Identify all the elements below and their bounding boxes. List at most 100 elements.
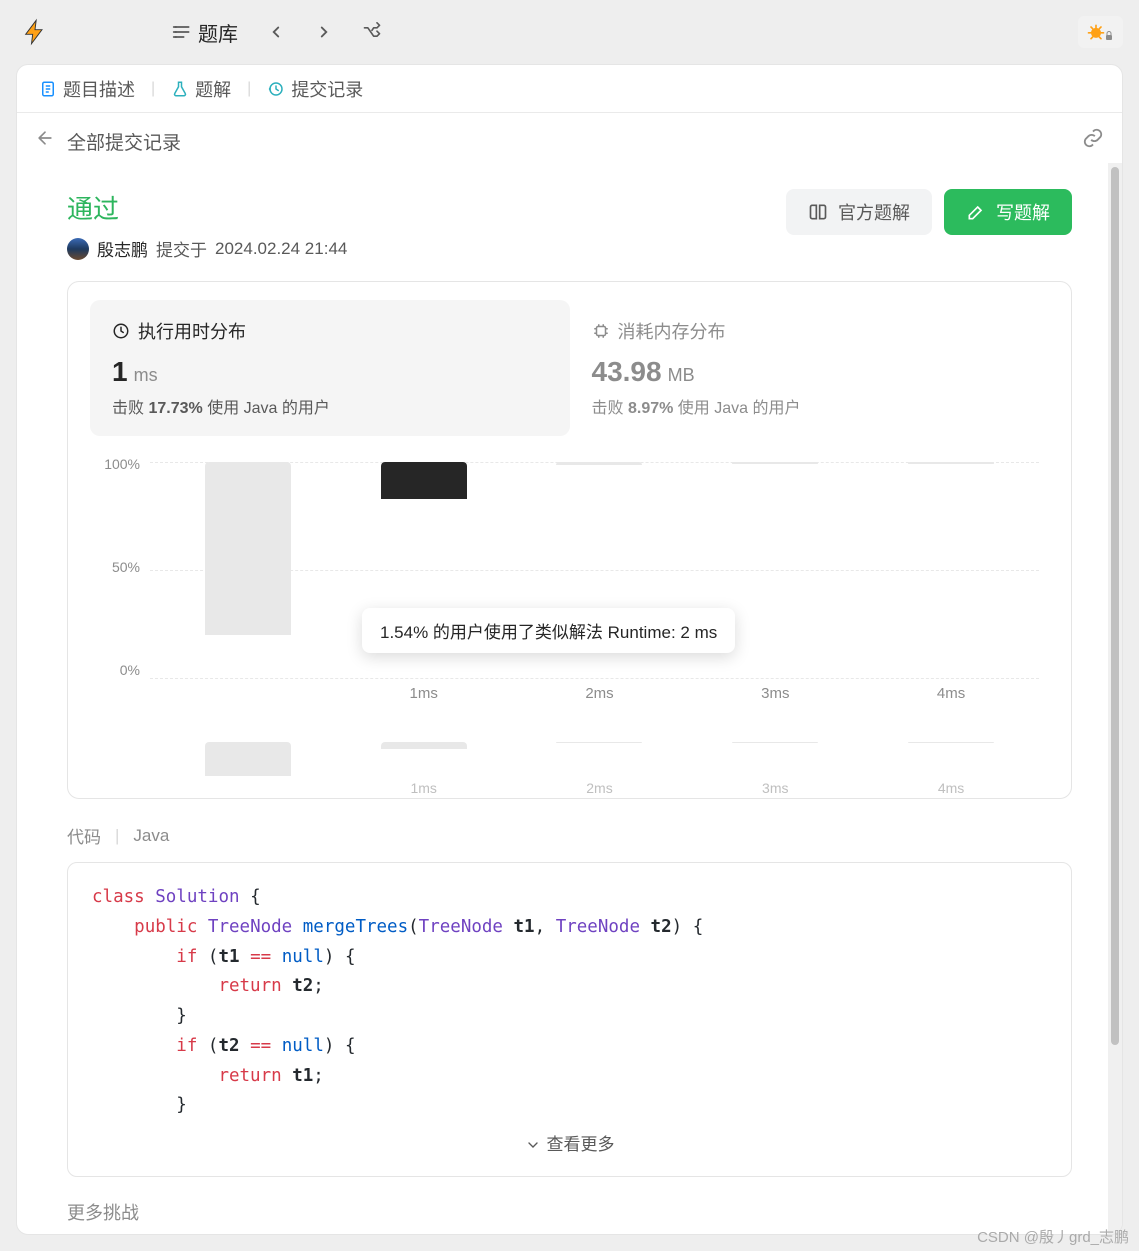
tabs-bar: 题目描述 | 题解 | 提交记录	[17, 65, 1122, 113]
list-icon	[172, 22, 192, 42]
bar-slot[interactable]	[160, 462, 336, 678]
runtime-beats-prefix: 击败	[112, 400, 144, 417]
clock-icon	[112, 322, 130, 340]
arrow-left-icon	[35, 128, 55, 148]
see-more-label: 查看更多	[547, 1131, 615, 1160]
memory-tab[interactable]: 消耗内存分布 43.98 MB 击败 8.97% 使用 Java 的用户	[570, 300, 1050, 436]
tab-description[interactable]: 题目描述	[35, 76, 139, 102]
thumb-bar-slot[interactable]: 4ms	[863, 742, 1039, 776]
problemset-link[interactable]: 题库	[162, 12, 248, 53]
user-name[interactable]: 殷志鹏	[97, 236, 148, 261]
book-icon	[808, 202, 828, 222]
submitted-prefix: 提交于	[156, 236, 207, 261]
logo[interactable]	[16, 13, 54, 51]
y-tick: 0%	[120, 662, 140, 678]
language-name: Java	[133, 826, 169, 846]
link-icon	[1082, 127, 1104, 149]
chevron-right-icon	[315, 23, 333, 41]
main-panel: 题目描述 | 题解 | 提交记录 全部提交记录 通	[16, 64, 1123, 1235]
runtime-title: 执行用时分布	[138, 318, 246, 344]
thumb-bar-label: 2ms	[586, 780, 612, 796]
official-label: 官方题解	[838, 199, 910, 225]
document-icon	[39, 80, 57, 98]
thumb-bar[interactable]	[381, 742, 467, 749]
runtime-beats-suffix: 使用 Java 的用户	[207, 400, 330, 417]
thumb-bar-slot[interactable]: 1ms	[336, 742, 512, 776]
official-solution-button[interactable]: 官方题解	[786, 189, 932, 235]
tab-solution[interactable]: 题解	[167, 76, 235, 102]
memory-beats-prefix: 击败	[592, 400, 624, 417]
thumb-bar-slot[interactable]: 2ms	[512, 742, 688, 776]
prev-button[interactable]	[256, 12, 296, 52]
history-icon	[267, 80, 285, 98]
debug-button[interactable]	[1078, 16, 1123, 48]
thumb-bar-slot[interactable]	[160, 742, 336, 776]
tab-submissions[interactable]: 提交记录	[263, 76, 367, 102]
divider: |	[247, 80, 251, 98]
shuffle-icon	[362, 22, 382, 42]
code-label: 代码	[67, 823, 101, 848]
scrollbar[interactable]	[1108, 163, 1122, 1234]
memory-unit: MB	[668, 365, 695, 386]
bar-slot[interactable]: 4ms	[863, 462, 1039, 678]
bar-label: 3ms	[761, 685, 789, 702]
bar[interactable]	[205, 462, 291, 635]
runtime-chart: 100% 50% 0% 1ms 2ms 3ms 4ms 1.54% 的用户使用了类似解…	[90, 448, 1049, 708]
y-tick: 50%	[112, 559, 140, 575]
next-button[interactable]	[304, 12, 344, 52]
more-challenges: 更多挑战	[67, 1199, 1072, 1225]
flask-icon	[171, 80, 189, 98]
tab-description-label: 题目描述	[63, 76, 135, 102]
thumb-bar[interactable]	[556, 742, 642, 743]
code-section: 代码 | Java class Solution { public TreeNo…	[67, 823, 1072, 1177]
thumb-chart[interactable]: 1ms2ms3ms4ms	[90, 726, 1049, 798]
chart-tooltip: 1.54% 的用户使用了类似解法 Runtime: 2 ms	[362, 608, 735, 653]
chevron-left-icon	[267, 23, 285, 41]
share-button[interactable]	[1082, 127, 1104, 155]
memory-beats-suffix: 使用 Java 的用户	[678, 400, 801, 417]
divider: |	[115, 826, 119, 846]
content: 通过 殷志鹏 提交于 2024.02.24 21:44 官方题解 写题解	[17, 169, 1122, 1234]
code-block: class Solution { public TreeNode mergeTr…	[67, 862, 1072, 1177]
runtime-beats-pct: 17.73%	[148, 400, 202, 417]
avatar[interactable]	[67, 238, 89, 260]
stats-card: 执行用时分布 1 ms 击败 17.73% 使用 Java 的用户	[67, 281, 1072, 799]
edit-icon	[966, 202, 986, 222]
memory-value: 43.98	[592, 356, 662, 388]
problemset-label: 题库	[198, 18, 238, 47]
bar[interactable]	[556, 462, 642, 465]
thumb-bar-slot[interactable]: 3ms	[687, 742, 863, 776]
thumb-bar-label: 4ms	[938, 780, 964, 796]
memory-beats-pct: 8.97%	[628, 400, 673, 417]
thumb-bar[interactable]	[732, 742, 818, 743]
subbar: 全部提交记录	[17, 113, 1122, 169]
thumb-bar-label: 1ms	[410, 780, 436, 796]
bar-label: 4ms	[937, 685, 965, 702]
see-more-button[interactable]: 查看更多	[92, 1121, 1047, 1164]
bar-label: 1ms	[410, 685, 438, 702]
thumb-bar[interactable]	[908, 742, 994, 743]
runtime-tab[interactable]: 执行用时分布 1 ms 击败 17.73% 使用 Java 的用户	[90, 300, 570, 436]
bar[interactable]	[732, 462, 818, 464]
memory-title: 消耗内存分布	[618, 318, 726, 344]
shuffle-button[interactable]	[352, 12, 392, 52]
bar-label: 2ms	[585, 685, 613, 702]
write-solution-button[interactable]: 写题解	[944, 189, 1072, 235]
divider: |	[151, 80, 155, 98]
chevron-down-icon	[525, 1137, 541, 1153]
top-toolbar: 题库	[0, 0, 1139, 64]
runtime-unit: ms	[134, 365, 158, 386]
all-submissions-label: 全部提交记录	[67, 128, 181, 155]
scrollbar-thumb[interactable]	[1111, 167, 1119, 1045]
runtime-value: 1	[112, 356, 128, 388]
y-tick: 100%	[104, 456, 140, 472]
submitted-time: 2024.02.24 21:44	[215, 239, 347, 259]
status-label: 通过	[67, 189, 347, 226]
bar[interactable]	[908, 462, 994, 464]
tooltip-text: 1.54% 的用户使用了类似解法 Runtime: 2 ms	[380, 623, 717, 642]
thumb-bar[interactable]	[205, 742, 291, 776]
tab-solution-label: 题解	[195, 76, 231, 102]
bar[interactable]	[381, 462, 467, 499]
write-label: 写题解	[996, 199, 1050, 225]
back-button[interactable]	[35, 128, 55, 154]
